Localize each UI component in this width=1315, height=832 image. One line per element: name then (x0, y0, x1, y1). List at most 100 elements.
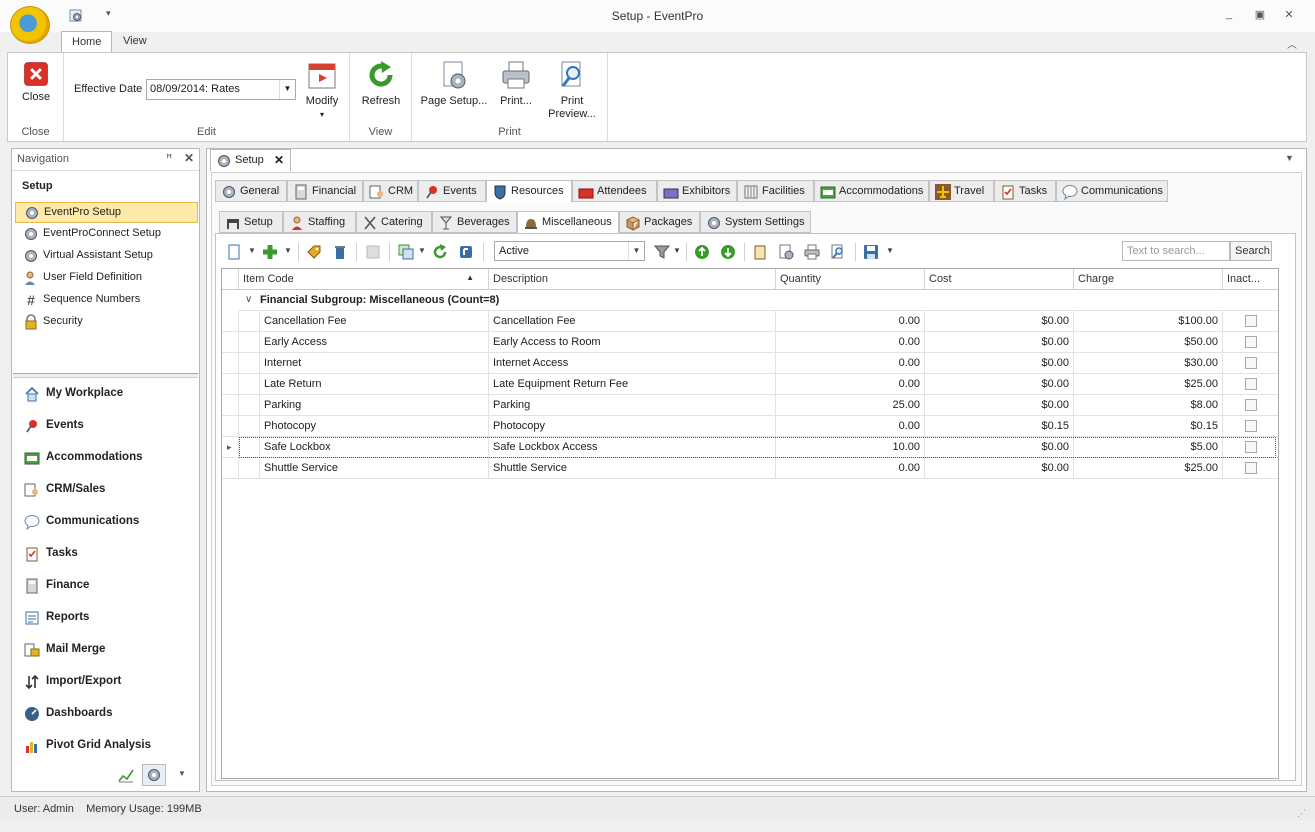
clipboard-icon[interactable] (752, 244, 768, 260)
nav-item-user-field-definition[interactable]: User Field Definition (15, 268, 198, 289)
row-indicator[interactable] (222, 416, 239, 437)
page-setup-button[interactable]: Page Setup... (418, 59, 490, 108)
chevron-down-icon[interactable]: ▼ (418, 246, 426, 255)
chart-overflow-icon[interactable] (118, 767, 134, 783)
tab-crm[interactable]: CRM (363, 180, 418, 202)
tab-resources[interactable]: Resources (486, 180, 572, 203)
search-button[interactable]: Search (1230, 241, 1272, 261)
close-icon[interactable]: ✕ (274, 153, 284, 167)
ribbon-tab-view[interactable]: View (113, 31, 157, 52)
ribbon-tab-home[interactable]: Home (61, 31, 113, 52)
module-reports[interactable]: Reports (15, 605, 198, 631)
refresh-button[interactable]: Refresh (358, 59, 404, 108)
row-indicator[interactable] (222, 311, 239, 332)
cell-qty[interactable]: 0.00 (776, 458, 925, 479)
cell-code[interactable]: Cancellation Fee (260, 311, 489, 332)
cell-desc[interactable]: Cancellation Fee (489, 311, 776, 332)
tab-facilities[interactable]: Facilities (737, 180, 814, 202)
page-setup-icon[interactable] (778, 244, 794, 260)
modify-button[interactable]: Modify ▾ (300, 59, 344, 121)
inactive-checkbox[interactable] (1245, 378, 1257, 390)
cell-cost[interactable]: $0.00 (925, 458, 1074, 479)
cell-charge[interactable]: $0.15 (1074, 416, 1223, 437)
cell-qty[interactable]: 0.00 (776, 332, 925, 353)
tag-icon[interactable] (306, 244, 322, 260)
resize-grip-icon[interactable]: ⋰ (1297, 808, 1306, 819)
tab-events[interactable]: Events (418, 180, 486, 202)
module-accommodations[interactable]: Accommodations (15, 445, 198, 471)
row-indicator[interactable] (222, 353, 239, 374)
cell-code[interactable]: Shuttle Service (260, 458, 489, 479)
chevron-down-icon[interactable]: ▼ (284, 246, 292, 255)
setup-module-button[interactable] (142, 764, 166, 786)
tab-packages[interactable]: Packages (619, 211, 700, 233)
cell-charge[interactable]: $100.00 (1074, 311, 1223, 332)
close-window-button[interactable]: ✕ (1281, 8, 1297, 22)
print-preview-button[interactable]: Print Preview... (544, 59, 600, 121)
tab-catering[interactable]: Catering (356, 211, 432, 233)
cell-charge[interactable]: $25.00 (1074, 458, 1223, 479)
status-filter-select[interactable]: Active ▼ (494, 241, 645, 261)
print-button[interactable]: Print... (496, 59, 536, 108)
chevron-down-icon[interactable]: ▼ (673, 246, 681, 255)
inactive-checkbox[interactable] (1245, 399, 1257, 411)
restore-button[interactable]: ▣ (1252, 8, 1268, 22)
row-indicator[interactable]: ▸ (222, 437, 239, 458)
cell-charge[interactable]: $8.00 (1074, 395, 1223, 416)
effective-date-select[interactable]: 08/09/2014: Rates ▼ (146, 79, 296, 100)
column-header-inactive[interactable]: Inact... (1223, 269, 1278, 290)
nav-item-virtual-assistant-setup[interactable]: Virtual Assistant Setup (15, 246, 198, 267)
nav-splitter[interactable] (13, 373, 198, 378)
row-indicator[interactable] (222, 458, 239, 479)
cell-desc[interactable]: Internet Access (489, 353, 776, 374)
tab-financial[interactable]: Financial (287, 180, 363, 202)
tab-communications[interactable]: Communications (1056, 180, 1168, 202)
inactive-checkbox[interactable] (1245, 462, 1257, 474)
inactive-checkbox[interactable] (1245, 336, 1257, 348)
tab-exhibitors[interactable]: Exhibitors (657, 180, 737, 202)
filter-icon[interactable] (654, 244, 670, 260)
inactive-checkbox[interactable] (1245, 420, 1257, 432)
cell-desc[interactable]: Shuttle Service (489, 458, 776, 479)
module-crm-sales[interactable]: CRM/Sales (15, 477, 198, 503)
cell-desc[interactable]: Late Equipment Return Fee (489, 374, 776, 395)
column-header-description[interactable]: Description (489, 269, 776, 290)
cell-qty[interactable]: 0.00 (776, 416, 925, 437)
cell-qty[interactable]: 0.00 (776, 353, 925, 374)
module-mail-merge[interactable]: Mail Merge (15, 637, 198, 663)
tab-tasks[interactable]: Tasks (994, 180, 1056, 202)
cell-charge[interactable]: $30.00 (1074, 353, 1223, 374)
print-preview-icon[interactable] (830, 244, 846, 260)
new-record-icon[interactable] (226, 244, 242, 260)
cell-desc[interactable]: Photocopy (489, 416, 776, 437)
move-up-icon[interactable] (694, 244, 710, 260)
copy-icon[interactable] (398, 244, 414, 260)
column-header-quantity[interactable]: Quantity (776, 269, 925, 290)
table-row[interactable]: Photocopy Photocopy 0.00 $0.15 $0.15 (222, 416, 1278, 437)
row-indicator[interactable] (222, 374, 239, 395)
table-row[interactable]: Early Access Early Access to Room 0.00 $0.0… (222, 332, 1278, 353)
cell-desc[interactable]: Early Access to Room (489, 332, 776, 353)
table-row[interactable]: Late Return Late Equipment Return Fee 0.00… (222, 374, 1278, 395)
export-icon[interactable] (458, 244, 474, 260)
tab-beverages[interactable]: Beverages (432, 211, 517, 233)
nav-item-security[interactable]: Security (15, 312, 198, 333)
cell-code[interactable]: Photocopy (260, 416, 489, 437)
nav-item-eventproconnect-setup[interactable]: EventProConnect Setup (15, 224, 198, 245)
chevron-down-icon[interactable]: ▼ (886, 246, 894, 255)
tab-attendees[interactable]: Attendees (572, 180, 657, 202)
tab-accommodations[interactable]: Accommodations (814, 180, 929, 202)
tab-setup[interactable]: Setup (219, 211, 283, 233)
module-events[interactable]: Events (15, 413, 198, 439)
search-input[interactable]: Text to search... (1122, 241, 1230, 261)
module-communications[interactable]: Communications (15, 509, 198, 535)
column-header-item-code[interactable]: Item Code ▲ (239, 269, 489, 290)
printer-icon[interactable] (804, 244, 820, 260)
pin-icon[interactable]: ꟸ (166, 152, 172, 165)
group-row[interactable]: ∨ Financial Subgroup: Miscellaneous (Cou… (239, 290, 1278, 311)
tab-staffing[interactable]: Staffing (283, 211, 356, 233)
cell-cost[interactable]: $0.00 (925, 395, 1074, 416)
close-button[interactable]: Close (16, 61, 56, 104)
column-header-cost[interactable]: Cost (925, 269, 1074, 290)
cell-cost[interactable]: $0.00 (925, 374, 1074, 395)
